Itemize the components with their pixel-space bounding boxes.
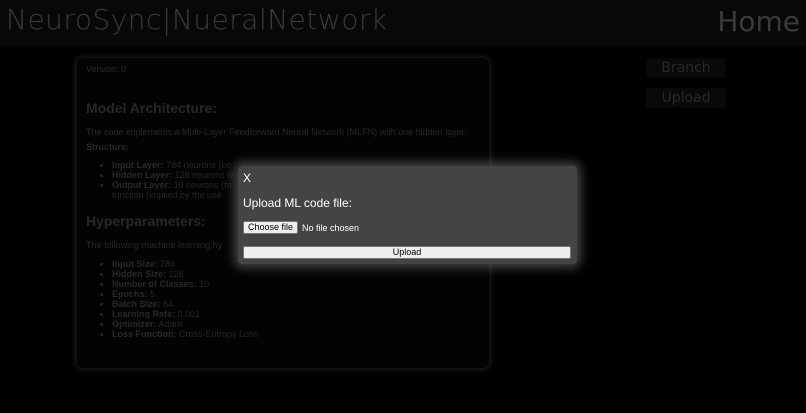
file-status: No file chosen [302,222,360,233]
upload-submit-button[interactable]: Upload [243,246,571,259]
close-modal-button[interactable]: X [243,171,251,185]
choose-file-button[interactable]: Choose file [243,221,299,234]
upload-modal: X Upload ML code file: Choose file No fi… [238,166,577,264]
file-input: Choose file No file chosen [243,221,359,234]
modal-title: Upload ML code file: [243,196,352,210]
